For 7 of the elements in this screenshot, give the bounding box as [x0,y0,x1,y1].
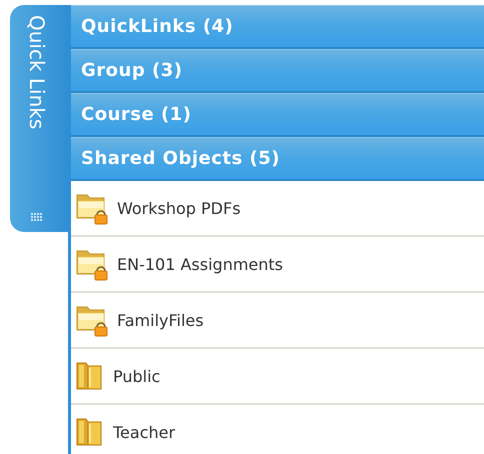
list-item[interactable]: Teacher [71,405,484,454]
list-item[interactable]: EN-101 Assignments [71,237,484,293]
list-item[interactable]: Public [71,349,484,405]
grip-icon [31,212,43,222]
list-item[interactable]: Workshop PDFs [71,181,484,237]
tab-label: Quick Links [27,15,47,130]
list-item[interactable]: FamilyFiles [71,293,484,349]
